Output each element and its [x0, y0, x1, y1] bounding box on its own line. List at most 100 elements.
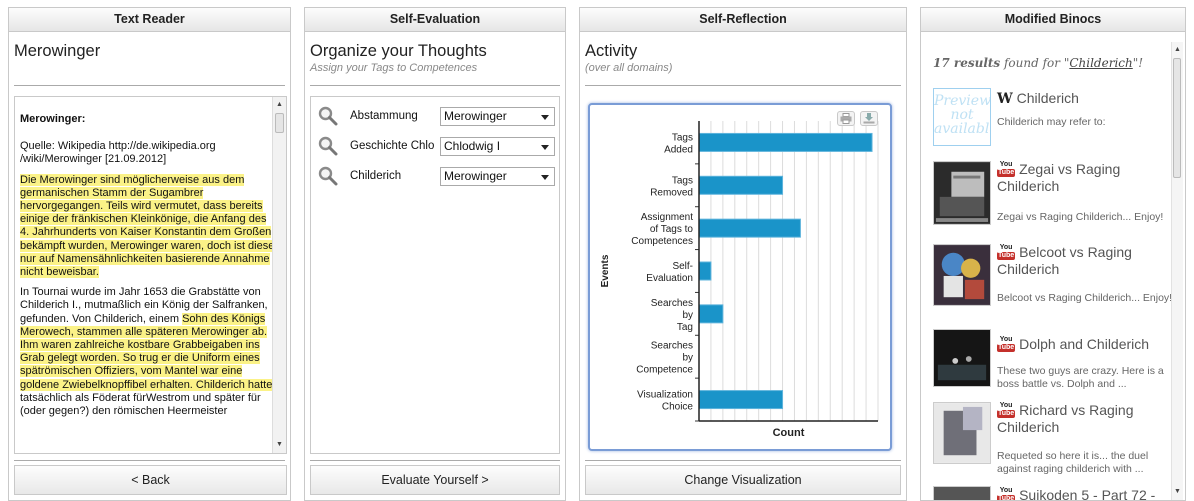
activity-chart-svg: Tags Added Tags Removed Assignment of Tags to… [600, 121, 879, 439]
wikipedia-icon: W [997, 91, 1013, 107]
evaluation-title: Organize your Thoughts [310, 42, 487, 60]
tag-row: Abstammung Merowinger [316, 106, 556, 128]
scroll-up-icon[interactable]: ▲ [273, 99, 286, 111]
result-description: These two guys are crazy. Here is a boss… [997, 365, 1164, 390]
reader-text-box[interactable]: Merowinger: Quelle: Wikipedia http://de.… [14, 96, 287, 454]
bar [698, 390, 784, 410]
preview-placeholder: Preview not available [933, 88, 991, 146]
scroll-down-icon[interactable]: ▼ [273, 439, 286, 451]
scroll-down-icon[interactable]: ▼ [1172, 486, 1183, 498]
highlighted-text[interactable]: Die Merowinger sind möglicherweise aus d… [20, 173, 275, 279]
category-label: Assignment of Tags to Competences [631, 212, 693, 247]
youtube-logo-top: You [999, 244, 1013, 251]
print-icon[interactable] [837, 111, 855, 126]
youtube-logo-bottom: Tube [997, 169, 1016, 177]
tag-label: Abstammung [350, 110, 418, 122]
result-title-text: Belcoot vs Raging Childerich [997, 244, 1132, 277]
competence-value: Chlodwig I [444, 139, 501, 153]
reader-scrollbar[interactable]: ▲ ▼ [272, 97, 286, 453]
self-evaluation-panel: Self-Evaluation Organize your Thoughts A… [304, 7, 566, 501]
result-description: Belcoot vs Raging Childerich... Enjoy! [997, 292, 1173, 304]
competence-value: Merowinger [444, 169, 507, 183]
youtube-icon: You Tube [997, 161, 1016, 177]
tag-row: Childerich Merowinger [316, 166, 556, 188]
youtube-icon: You Tube [997, 402, 1016, 418]
reader-paragraph: tatsächlich als Föderat fürWestrom und s… [20, 391, 261, 418]
video-thumbnail [933, 402, 991, 464]
bar [698, 218, 801, 238]
competence-value: Merowinger [444, 109, 507, 123]
divider [14, 460, 285, 461]
scroll-thumb[interactable] [1173, 58, 1181, 178]
result-title[interactable]: You Tube Belcoot vs Raging Childerich [997, 244, 1173, 278]
reader-source: Quelle: Wikipedia http://de.wikipedia.or… [20, 140, 216, 166]
youtube-logo-top: You [999, 487, 1013, 494]
youtube-icon: You Tube [997, 244, 1016, 260]
self-reflection-panel: Self-Reflection Activity (over all domai… [579, 7, 907, 501]
binocs-panel: Modified Binocs 17 results found for "Ch… [920, 7, 1186, 501]
result-description: Zegai vs Raging Childerich... Enjoy! [997, 211, 1164, 223]
result-title[interactable]: You Tube Richard vs Raging Childerich [997, 402, 1173, 436]
x-axis-label: Count [773, 427, 805, 439]
youtube-logo-bottom: Tube [997, 410, 1016, 418]
divider [310, 85, 560, 86]
reader-title: Merowinger [14, 42, 101, 60]
tag-label: Geschichte Chlo [350, 140, 435, 152]
bar [698, 304, 724, 324]
scroll-thumb[interactable] [275, 113, 284, 133]
competence-select[interactable]: Merowinger [440, 167, 555, 186]
youtube-icon: You Tube [997, 336, 1016, 352]
result-title[interactable]: You Tube Zegai vs Raging Childerich [997, 161, 1173, 195]
bar [698, 261, 712, 281]
self-evaluation-header: Self-Evaluation [305, 8, 565, 32]
category-label: Tags Removed [650, 175, 693, 198]
search-icon[interactable] [318, 166, 338, 186]
tag-label: Childerich [350, 170, 402, 182]
tag-assignment-box: Abstammung Merowinger Geschichte Chlo Ch… [310, 96, 560, 454]
change-visualization-button[interactable]: Change Visualization [585, 465, 901, 495]
back-button[interactable]: < Back [14, 465, 287, 495]
bar [698, 175, 784, 195]
tag-row: Geschichte Chlo Chlodwig I [316, 136, 556, 158]
reflection-title: Activity [585, 42, 638, 60]
reader-heading: Merowinger: [20, 113, 86, 125]
text-reader-panel: Text Reader Merowinger Merowinger: Quell… [8, 7, 291, 501]
divider [14, 85, 285, 86]
divider [585, 85, 901, 86]
search-icon[interactable] [318, 106, 338, 126]
competence-select[interactable]: Chlodwig I [440, 137, 555, 156]
evaluation-subtitle: Assign your Tags to Competences [310, 62, 478, 74]
competence-select[interactable]: Merowinger [440, 107, 555, 126]
evaluate-yourself-button[interactable]: Evaluate Yourself > [310, 465, 560, 495]
video-thumbnail [933, 329, 991, 387]
result-title-text: Richard vs Raging Childerich [997, 402, 1134, 435]
chevron-down-icon [541, 175, 549, 180]
reader-content: Merowinger: Quelle: Wikipedia http://de.… [20, 104, 275, 425]
result-title[interactable]: You Tube Suikoden 5 - Part 72 - [997, 487, 1173, 501]
results-scrollbar[interactable]: ▲ ▼ [1171, 42, 1183, 500]
bar [698, 132, 873, 152]
self-reflection-header: Self-Reflection [580, 8, 906, 32]
result-description: Requeted so here it is... the duel again… [997, 450, 1149, 475]
scroll-up-icon[interactable]: ▲ [1172, 44, 1183, 56]
results-text: found for " [1000, 56, 1070, 70]
divider [585, 460, 901, 461]
youtube-logo-bottom: Tube [997, 495, 1016, 501]
result-title[interactable]: W Childerich [997, 90, 1173, 108]
youtube-logo-bottom: Tube [997, 344, 1016, 352]
result-title-text: Dolph and Childerich [1019, 336, 1150, 352]
divider [310, 460, 560, 461]
search-icon[interactable] [318, 136, 338, 156]
category-label: Visualization Choice [637, 390, 693, 413]
category-label: Searches by Competence [636, 341, 693, 376]
category-label: Self-Evaluation [646, 261, 693, 284]
y-axis-label: Events [600, 254, 611, 287]
results-text-end: "! [1132, 56, 1144, 70]
category-label: Tags Added [664, 132, 693, 155]
youtube-logo-bottom: Tube [997, 252, 1016, 260]
download-icon[interactable] [860, 111, 878, 126]
result-title[interactable]: You Tube Dolph and Childerich [997, 336, 1173, 353]
results-query[interactable]: Childerich [1069, 56, 1132, 70]
reflection-subtitle: (over all domains) [585, 62, 673, 74]
result-title-text: Suikoden 5 - Part 72 - [1019, 487, 1156, 501]
